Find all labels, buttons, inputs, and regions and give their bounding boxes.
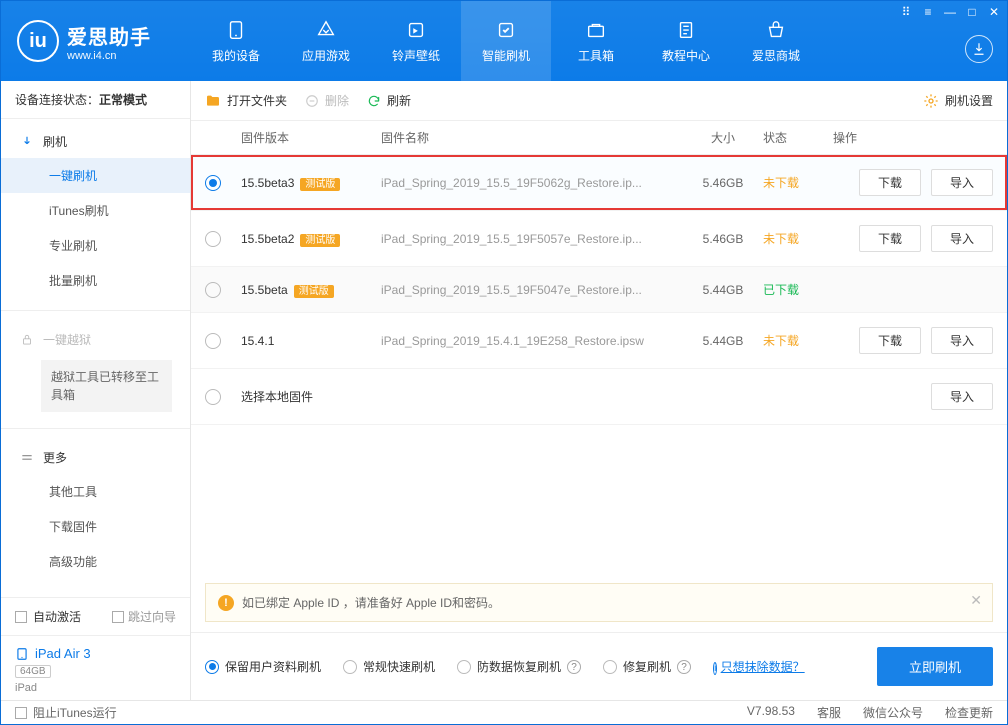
table-header: 固件版本 固件名称 大小 状态 操作	[191, 121, 1007, 155]
import-button[interactable]: 导入	[931, 327, 993, 354]
sidebar-item-2-0[interactable]: 其他工具	[1, 474, 190, 509]
logo-icon: iu	[17, 20, 59, 62]
grid-icon[interactable]: ⠿	[899, 5, 913, 19]
firmware-row-0[interactable]: 15.5beta3测试版iPad_Spring_2019_15.5_19F506…	[191, 155, 1007, 211]
sidebar-group-0[interactable]: 刷机	[1, 125, 190, 158]
gear-icon	[923, 93, 939, 109]
flash-now-button[interactable]: 立即刷机	[877, 647, 993, 686]
flash-option-0[interactable]: 保留用户资料刷机	[205, 658, 321, 675]
refresh-button[interactable]: 刷新	[367, 92, 411, 109]
top-nav: 我的设备应用游戏铃声壁纸智能刷机工具箱教程中心爱思商城	[191, 1, 1007, 81]
menu-icon[interactable]: ≡	[921, 5, 935, 19]
firmware-row-2[interactable]: 15.5beta测试版iPad_Spring_2019_15.5_19F5047…	[191, 267, 1007, 313]
device-name: iPad Air 3	[35, 646, 91, 661]
main: 设备连接状态：正常模式 刷机一键刷机iTunes刷机专业刷机批量刷机一键越狱越狱…	[1, 81, 1007, 700]
nav-3[interactable]: 智能刷机	[461, 1, 551, 81]
firmware-row-4[interactable]: 选择本地固件导入	[191, 369, 1007, 425]
help-icon[interactable]: ?	[567, 660, 581, 674]
sidebar-item-0-1[interactable]: iTunes刷机	[1, 193, 190, 228]
nav-6[interactable]: 爱思商城	[731, 1, 821, 81]
auto-activate-label: 自动激活	[33, 608, 81, 625]
delete-button: 删除	[305, 92, 349, 109]
block-itunes[interactable]: 阻止iTunes运行	[15, 704, 117, 721]
import-button[interactable]: 导入	[931, 225, 993, 252]
maximize-icon[interactable]: □	[965, 5, 979, 19]
flash-option-2[interactable]: 防数据恢复刷机 ?	[457, 658, 581, 675]
sidebar-group-1[interactable]: 一键越狱	[1, 323, 190, 356]
row-radio[interactable]	[205, 175, 221, 191]
device-card[interactable]: iPad Air 3 64GB iPad	[1, 635, 190, 700]
sidebar-item-0-2[interactable]: 专业刷机	[1, 228, 190, 263]
col-ops: 操作	[833, 129, 993, 146]
firmware-rows: 15.5beta3测试版iPad_Spring_2019_15.5_19F506…	[191, 155, 1007, 425]
nav-4[interactable]: 工具箱	[551, 1, 641, 81]
brand-name: 爱思助手	[67, 21, 151, 50]
notice-close[interactable]: ✕	[970, 592, 982, 609]
sidebar-item-2-2[interactable]: 高级功能	[1, 544, 190, 579]
device-state: 设备连接状态：正常模式	[1, 81, 190, 119]
import-button[interactable]: 导入	[931, 383, 993, 410]
open-folder-button[interactable]: 打开文件夹	[205, 92, 287, 109]
device-type: iPad	[15, 682, 37, 694]
notice-text: 如已绑定 Apple ID ，请准备好 Apple ID和密码。	[242, 594, 500, 611]
sidebar-group-2[interactable]: 更多	[1, 441, 190, 474]
folder-icon	[205, 93, 221, 109]
flash-option-3[interactable]: 修复刷机 ?	[603, 658, 691, 675]
flash-options-bar: 保留用户资料刷机 常规快速刷机 防数据恢复刷机 ? 修复刷机 ? i 只想抹除数据？ 立即…	[191, 632, 1007, 700]
delete-icon	[305, 94, 319, 108]
download-button[interactable]	[965, 35, 993, 63]
col-version: 固件版本	[241, 129, 381, 146]
close-icon[interactable]: ✕	[987, 5, 1001, 19]
device-capacity: 64GB	[15, 665, 51, 678]
help-icon[interactable]: ?	[677, 660, 691, 674]
window-controls: ⠿ ≡ — □ ✕	[899, 5, 1001, 19]
version-label: V7.98.53	[747, 704, 795, 721]
download-button[interactable]: 下载	[859, 327, 921, 354]
devstate-value: 正常模式	[99, 93, 147, 107]
nav-5[interactable]: 教程中心	[641, 1, 731, 81]
content: 打开文件夹 删除 刷新 刷机设置 固件版本 固件名称 大小 状态 操作 15.5…	[191, 81, 1007, 700]
toolbar: 打开文件夹 删除 刷新 刷机设置	[191, 81, 1007, 121]
row-radio[interactable]	[205, 282, 221, 298]
row-radio[interactable]	[205, 389, 221, 405]
flash-settings-button[interactable]: 刷机设置	[923, 92, 993, 109]
status-link-update[interactable]: 检查更新	[945, 704, 993, 721]
nav-0[interactable]: 我的设备	[191, 1, 281, 81]
import-button[interactable]: 导入	[931, 169, 993, 196]
sidebar-notice: 越狱工具已转移至工具箱	[41, 360, 172, 412]
erase-link[interactable]: 只想抹除数据？	[721, 660, 805, 674]
col-size: 大小	[683, 129, 763, 146]
skip-guide[interactable]: 跳过向导	[112, 608, 176, 625]
download-button[interactable]: 下载	[859, 225, 921, 252]
row-radio[interactable]	[205, 231, 221, 247]
brand-site: www.i4.cn	[67, 50, 151, 62]
notice-bar: ! 如已绑定 Apple ID ，请准备好 Apple ID和密码。 ✕	[205, 583, 993, 622]
minimize-icon[interactable]: —	[943, 5, 957, 19]
download-button[interactable]: 下载	[859, 169, 921, 196]
nav-1[interactable]: 应用游戏	[281, 1, 371, 81]
sidebar-item-2-1[interactable]: 下载固件	[1, 509, 190, 544]
info-icon[interactable]: i	[713, 662, 717, 675]
row-radio[interactable]	[205, 333, 221, 349]
devstate-label: 设备连接状态：	[15, 93, 99, 107]
sidebar-item-0-3[interactable]: 批量刷机	[1, 263, 190, 298]
col-status: 状态	[763, 129, 833, 146]
warn-icon: !	[218, 595, 234, 611]
col-name: 固件名称	[381, 129, 683, 146]
flash-option-1[interactable]: 常规快速刷机	[343, 658, 435, 675]
refresh-icon	[367, 94, 381, 108]
logo: iu 爱思助手 www.i4.cn	[1, 1, 191, 81]
header: ⠿ ≡ — □ ✕ iu 爱思助手 www.i4.cn 我的设备应用游戏铃声壁纸…	[1, 1, 1007, 81]
nav-2[interactable]: 铃声壁纸	[371, 1, 461, 81]
tablet-icon	[15, 647, 29, 661]
status-link-wechat[interactable]: 微信公众号	[863, 704, 923, 721]
statusbar: 阻止iTunes运行 V7.98.53 客服 微信公众号 检查更新	[1, 700, 1007, 724]
firmware-row-1[interactable]: 15.5beta2测试版iPad_Spring_2019_15.5_19F505…	[191, 211, 1007, 267]
auto-activate-checkbox[interactable]	[15, 611, 27, 623]
auto-activate-row: 自动激活 跳过向导	[1, 598, 190, 635]
sidebar-item-0-0[interactable]: 一键刷机	[1, 158, 190, 193]
firmware-row-3[interactable]: 15.4.1iPad_Spring_2019_15.4.1_19E258_Res…	[191, 313, 1007, 369]
sidebar: 设备连接状态：正常模式 刷机一键刷机iTunes刷机专业刷机批量刷机一键越狱越狱…	[1, 81, 191, 700]
status-link-support[interactable]: 客服	[817, 704, 841, 721]
